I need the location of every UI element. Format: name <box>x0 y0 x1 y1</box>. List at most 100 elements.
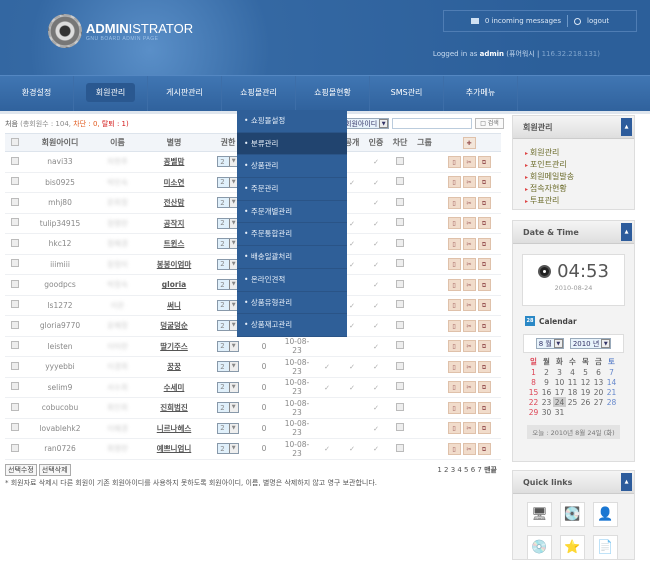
level-select[interactable]: 2 ▼ <box>217 422 239 434</box>
cut-icon[interactable]: ✂ <box>462 381 476 394</box>
edit-selected-button[interactable]: 선택수정 <box>5 463 37 476</box>
row-checkbox[interactable] <box>11 218 19 227</box>
dropdown-item[interactable]: • 주문개별관리 <box>237 201 347 224</box>
member-nick-link[interactable]: 꿍꿍 <box>167 362 181 371</box>
add-member-button[interactable]: ✚ <box>437 133 501 152</box>
member-nick-link[interactable]: 진희범진 <box>160 403 188 412</box>
dropdown-item[interactable]: • 분류관리 <box>237 132 347 156</box>
copy-icon[interactable]: ⧉ <box>477 381 491 394</box>
block-checkbox[interactable] <box>396 300 404 309</box>
nav-item-1[interactable]: 회원관리 <box>74 76 148 111</box>
row-checkbox[interactable] <box>11 177 19 186</box>
dropdown-item[interactable]: • 주문통합관리 <box>237 223 347 247</box>
dropdown-item[interactable]: • 온라인견적 <box>237 269 347 292</box>
collapse-button[interactable]: ▲ <box>621 473 632 491</box>
block-checkbox[interactable] <box>396 361 404 370</box>
level-select[interactable]: 2 ▼ <box>217 217 239 229</box>
calendar-day[interactable]: 12 <box>579 377 592 387</box>
calendar-day[interactable]: 29 <box>527 407 540 417</box>
cut-icon[interactable]: ✂ <box>462 196 476 209</box>
cut-icon[interactable]: ✂ <box>462 155 476 168</box>
monitor-icon[interactable]: 🖥 <box>527 502 552 527</box>
block-checkbox[interactable] <box>396 279 404 288</box>
row-checkbox[interactable] <box>11 361 19 370</box>
member-link[interactable]: 회원메일발송 <box>525 171 622 183</box>
level-select[interactable]: 2 ▼ <box>217 443 239 455</box>
cut-icon[interactable]: ✂ <box>462 237 476 250</box>
cut-icon[interactable]: ✂ <box>462 258 476 271</box>
edit-icon[interactable]: ▯ <box>447 196 461 209</box>
level-select[interactable]: 2 ▼ <box>217 238 239 250</box>
edit-icon[interactable]: ▯ <box>447 381 461 394</box>
member-link[interactable]: 접속자현황 <box>525 183 622 195</box>
edit-icon[interactable]: ▯ <box>447 278 461 291</box>
row-checkbox[interactable] <box>11 238 19 247</box>
block-checkbox[interactable] <box>396 423 404 432</box>
nav-item-5[interactable]: SMS관리 <box>370 76 444 111</box>
search-input[interactable] <box>392 118 473 129</box>
last-page-link[interactable]: 맨끝 <box>484 466 497 474</box>
member-nick-link[interactable]: 전산맘 <box>164 198 185 207</box>
block-checkbox[interactable] <box>396 341 404 350</box>
select-all-checkbox[interactable] <box>5 133 25 152</box>
delete-selected-button[interactable]: 선택삭제 <box>38 463 71 476</box>
member-nick-link[interactable]: 딸기주스 <box>160 342 188 351</box>
row-checkbox[interactable] <box>11 197 19 206</box>
member-nick-link[interactable]: 꽁벨맘 <box>164 157 185 166</box>
dropdown-item[interactable]: • 배송일괄처리 <box>237 246 347 269</box>
edit-icon[interactable]: ▯ <box>447 237 461 250</box>
logo[interactable]: ADMINISTRATOR GNU BOARD ADMIN PAGE <box>48 14 193 48</box>
messages-link[interactable]: 0 incoming messages <box>485 17 561 25</box>
calendar-day[interactable]: 5 <box>579 367 592 377</box>
edit-icon[interactable]: ▯ <box>447 401 461 414</box>
calendar-day[interactable]: 21 <box>605 387 618 397</box>
cut-icon[interactable]: ✂ <box>462 360 476 373</box>
copy-icon[interactable]: ⧉ <box>477 319 491 332</box>
copy-icon[interactable]: ⧉ <box>477 176 491 189</box>
copy-icon[interactable]: ⧉ <box>477 155 491 168</box>
member-nick-link[interactable]: 니르나헤스 <box>157 424 192 433</box>
calendar-day[interactable]: 8 <box>527 377 540 387</box>
row-checkbox[interactable] <box>11 300 19 309</box>
member-nick-link[interactable]: 봉봉이엄마 <box>157 260 192 269</box>
level-select[interactable]: 2 ▼ <box>217 320 239 332</box>
calendar-day[interactable]: 13 <box>592 377 605 387</box>
member-nick-link[interactable]: 덩굴덩순 <box>160 321 188 330</box>
row-checkbox[interactable] <box>11 320 19 329</box>
calendar-day[interactable]: 23 <box>540 397 553 407</box>
disc-icon[interactable]: 💿 <box>527 535 552 560</box>
dropdown-item[interactable]: • 상품관리 <box>237 155 347 179</box>
block-checkbox[interactable] <box>396 197 404 206</box>
row-checkbox[interactable] <box>11 402 19 411</box>
search-button[interactable]: □ 검색 <box>475 118 504 129</box>
calendar-day[interactable]: 2 <box>540 367 553 377</box>
row-checkbox[interactable] <box>11 259 19 268</box>
edit-icon[interactable]: ▯ <box>447 340 461 353</box>
collapse-button[interactable]: ▲ <box>621 118 632 136</box>
calendar-day[interactable]: 26 <box>579 397 592 407</box>
calendar-day[interactable]: 3 <box>553 367 566 377</box>
copy-icon[interactable]: ⧉ <box>477 360 491 373</box>
star-icon[interactable]: ⭐ <box>560 535 585 560</box>
nav-item-0[interactable]: 환경설정 <box>0 76 74 111</box>
cut-icon[interactable]: ✂ <box>462 340 476 353</box>
copy-icon[interactable]: ⧉ <box>477 278 491 291</box>
edit-icon[interactable]: ▯ <box>447 442 461 455</box>
member-nick-link[interactable]: 써니 <box>167 301 181 310</box>
edit-icon[interactable]: ▯ <box>447 319 461 332</box>
calendar-day[interactable]: 25 <box>566 397 579 407</box>
level-select[interactable]: 2 ▼ <box>217 176 239 188</box>
edit-icon[interactable]: ▯ <box>447 258 461 271</box>
calendar-day[interactable]: 22 <box>527 397 540 407</box>
member-nick-link[interactable]: 트윈스 <box>164 239 185 248</box>
copy-icon[interactable]: ⧉ <box>477 422 491 435</box>
cut-icon[interactable]: ✂ <box>462 422 476 435</box>
block-checkbox[interactable] <box>396 177 404 186</box>
calendar-day[interactable]: 24 <box>553 397 566 407</box>
edit-icon[interactable]: ▯ <box>447 155 461 168</box>
calendar-day[interactable]: 27 <box>592 397 605 407</box>
copy-icon[interactable]: ⧉ <box>477 299 491 312</box>
cut-icon[interactable]: ✂ <box>462 319 476 332</box>
copy-icon[interactable]: ⧉ <box>477 442 491 455</box>
row-checkbox[interactable] <box>11 382 19 391</box>
